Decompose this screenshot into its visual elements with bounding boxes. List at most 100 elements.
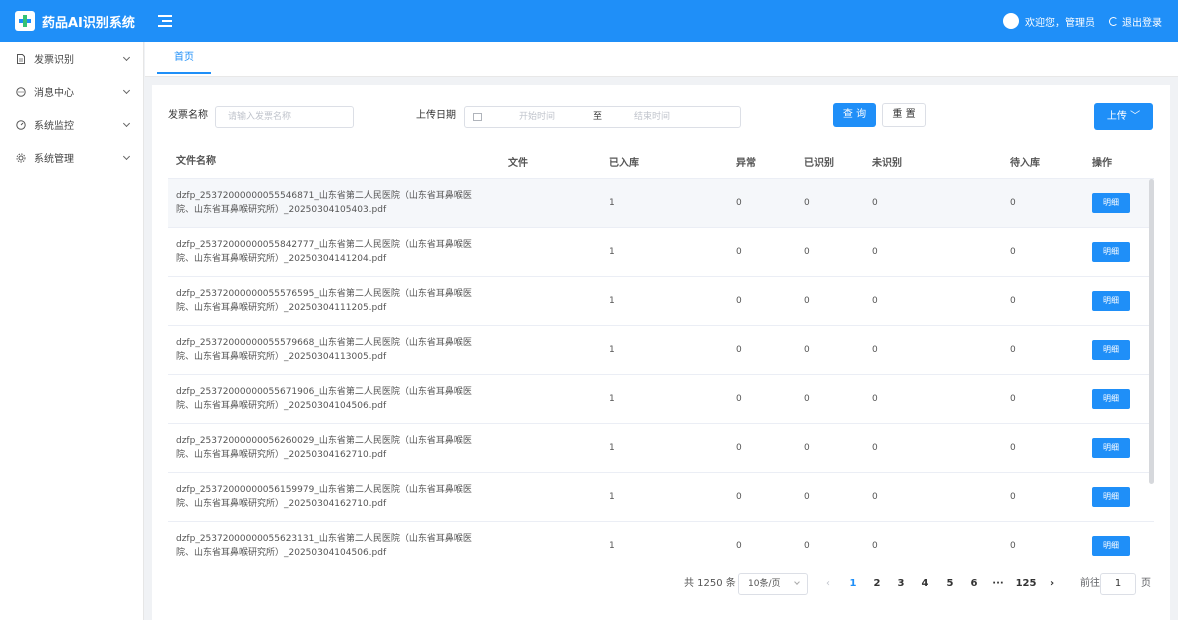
- stored-cell: 1: [609, 345, 615, 355]
- range-separator: 至: [593, 112, 603, 122]
- file-name-cell: dzfp_25372000000055576595_山东省第二人民医院（山东省耳…: [176, 289, 472, 313]
- next-page-button[interactable]: ›: [1043, 573, 1061, 595]
- unrecognized-cell: 0: [872, 345, 878, 355]
- file-name-cell: dzfp_25372000000056159979_山东省第二人民医院（山东省耳…: [176, 485, 472, 509]
- unrecognized-cell: 0: [872, 296, 878, 306]
- invoice-table: 文件名称 文件 已入库 异常 已识别 未识别 待入库 操作 dzfp_25372…: [168, 145, 1154, 565]
- invoice-name-input[interactable]: 请输入发票名称: [215, 106, 354, 128]
- unrecognized-cell: 0: [872, 247, 878, 257]
- sidebar-item-label: 系统管理: [34, 154, 74, 165]
- error-cell: 0: [736, 443, 742, 453]
- calendar-icon: [473, 113, 482, 121]
- top-bar: 药品AI识别系统 欢迎您，管理员 退出登录: [0, 0, 1178, 42]
- total-count: 共 1250 条: [684, 578, 736, 589]
- goto-suffix: 页: [1141, 578, 1151, 589]
- sidebar-item-label: 发票识别: [34, 55, 74, 66]
- stored-cell: 1: [609, 443, 615, 453]
- column-header: 已入库: [609, 158, 639, 169]
- page-size-select[interactable]: 10条/页: [738, 573, 808, 595]
- table-row[interactable]: dzfp_25372000000055671906_山东省第二人民医院（山东省耳…: [168, 375, 1154, 424]
- action-cell: 明细: [1084, 242, 1144, 262]
- detail-button[interactable]: 明细: [1092, 438, 1130, 458]
- table-row[interactable]: dzfp_25372000000055576595_山东省第二人民医院（山东省耳…: [168, 277, 1154, 326]
- page-button-3[interactable]: 3: [892, 573, 910, 595]
- logout-icon: [1109, 16, 1118, 26]
- column-header: 已识别: [804, 158, 834, 169]
- sidebar-item-system[interactable]: 系统管理: [0, 141, 143, 174]
- column-header: 文件名称: [176, 155, 216, 167]
- table-body: dzfp_25372000000055546871_山东省第二人民医院（山东省耳…: [168, 179, 1154, 565]
- menu-toggle-icon[interactable]: [158, 15, 172, 27]
- page-button-last[interactable]: 125: [1015, 573, 1037, 595]
- more-pages-button[interactable]: ···: [989, 573, 1007, 595]
- pending-cell: 0: [1010, 492, 1016, 502]
- welcome-text: 欢迎您，管理员: [1025, 17, 1095, 29]
- column-header: 操作: [1092, 158, 1112, 169]
- sidebar-item-invoice[interactable]: 发票识别: [0, 42, 143, 75]
- table-row[interactable]: dzfp_25372000000056159979_山东省第二人民医院（山东省耳…: [168, 473, 1154, 522]
- pending-cell: 0: [1010, 541, 1016, 551]
- upload-date-range[interactable]: 开始时间 至 结束时间: [464, 106, 741, 128]
- unrecognized-cell: 0: [872, 541, 878, 551]
- table-row[interactable]: dzfp_25372000000055546871_山东省第二人民医院（山东省耳…: [168, 179, 1154, 228]
- upload-button[interactable]: 上传 ﹀: [1094, 103, 1153, 130]
- sidebar-item-messages[interactable]: 消息中心: [0, 75, 143, 108]
- tab-home[interactable]: 首页: [157, 42, 211, 74]
- error-cell: 0: [736, 394, 742, 404]
- error-cell: 0: [736, 345, 742, 355]
- logout-label: 退出登录: [1122, 17, 1162, 29]
- action-cell: 明细: [1084, 193, 1144, 213]
- tab-bar: 首页: [145, 42, 1178, 77]
- app-title: 药品AI识别系统: [42, 15, 135, 31]
- detail-button[interactable]: 明细: [1092, 291, 1130, 311]
- message-icon: [16, 86, 26, 97]
- recognized-cell: 0: [804, 247, 810, 257]
- sidebar-item-monitor[interactable]: 系统监控: [0, 108, 143, 141]
- prev-page-button[interactable]: ‹: [819, 573, 837, 595]
- page-button-1[interactable]: 1: [844, 573, 862, 595]
- medical-cross-icon: [15, 11, 35, 31]
- reset-button[interactable]: 重 置: [882, 103, 926, 127]
- error-cell: 0: [736, 198, 742, 208]
- detail-button[interactable]: 明细: [1092, 487, 1130, 507]
- app-logo: 药品AI识别系统: [0, 0, 144, 42]
- error-cell: 0: [736, 492, 742, 502]
- recognized-cell: 0: [804, 492, 810, 502]
- table-row[interactable]: dzfp_25372000000055579668_山东省第二人民医院（山东省耳…: [168, 326, 1154, 375]
- file-name-cell: dzfp_25372000000055623131_山东省第二人民医院（山东省耳…: [176, 534, 472, 558]
- page-button-6[interactable]: 6: [965, 573, 983, 595]
- detail-button[interactable]: 明细: [1092, 242, 1130, 262]
- end-date-input[interactable]: 结束时间: [634, 107, 670, 127]
- file-name-cell: dzfp_25372000000055579668_山东省第二人民医院（山东省耳…: [176, 338, 472, 362]
- pending-cell: 0: [1010, 394, 1016, 404]
- column-header: 未识别: [872, 158, 902, 169]
- chevron-down-icon: [794, 579, 800, 585]
- chevron-down-icon: [122, 152, 131, 160]
- query-button[interactable]: 查 询: [833, 103, 876, 127]
- detail-button[interactable]: 明细: [1092, 536, 1130, 556]
- detail-button[interactable]: 明细: [1092, 389, 1130, 409]
- logout-button[interactable]: 退出登录: [1109, 14, 1162, 29]
- pending-cell: 0: [1010, 296, 1016, 306]
- page-button-5[interactable]: 5: [941, 573, 959, 595]
- table-row[interactable]: dzfp_25372000000055842777_山东省第二人民医院（山东省耳…: [168, 228, 1154, 277]
- action-cell: 明细: [1084, 487, 1144, 507]
- avatar[interactable]: [1003, 13, 1019, 29]
- recognized-cell: 0: [804, 443, 810, 453]
- recognized-cell: 0: [804, 345, 810, 355]
- file-name-cell: dzfp_25372000000055546871_山东省第二人民医院（山东省耳…: [176, 191, 472, 215]
- table-row[interactable]: dzfp_25372000000056260029_山东省第二人民医院（山东省耳…: [168, 424, 1154, 473]
- column-header: 文件: [508, 158, 528, 169]
- table-header: 文件名称 文件 已入库 异常 已识别 未识别 待入库 操作: [168, 145, 1154, 179]
- start-date-input[interactable]: 开始时间: [519, 107, 555, 127]
- page-button-2[interactable]: 2: [868, 573, 886, 595]
- detail-button[interactable]: 明细: [1092, 340, 1130, 360]
- unrecognized-cell: 0: [872, 443, 878, 453]
- table-row[interactable]: dzfp_25372000000055623131_山东省第二人民医院（山东省耳…: [168, 522, 1154, 565]
- page-button-4[interactable]: 4: [916, 573, 934, 595]
- table-scrollbar[interactable]: [1149, 179, 1154, 484]
- column-header: 待入库: [1010, 158, 1040, 169]
- detail-button[interactable]: 明细: [1092, 193, 1130, 213]
- goto-page-input[interactable]: 1: [1100, 573, 1136, 595]
- error-cell: 0: [736, 541, 742, 551]
